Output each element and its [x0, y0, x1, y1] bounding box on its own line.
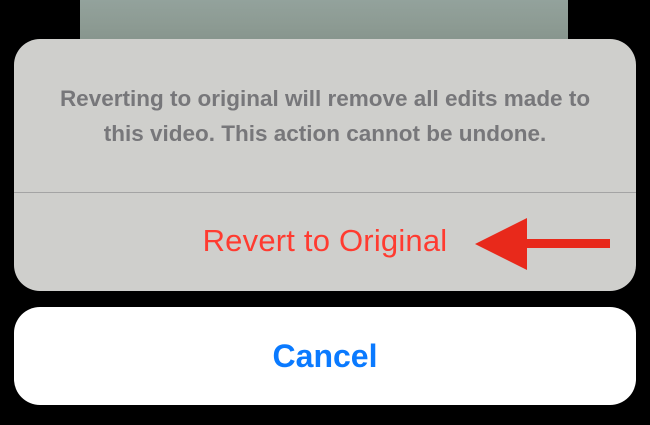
- sheet-message: Reverting to original will remove all ed…: [59, 85, 591, 146]
- revert-to-original-label: Revert to Original: [202, 223, 448, 258]
- sheet-message-container: Reverting to original will remove all ed…: [14, 39, 636, 192]
- cancel-button[interactable]: Cancel: [14, 307, 636, 405]
- arrow-left-icon: [475, 218, 610, 270]
- cancel-label: Cancel: [272, 337, 378, 374]
- arrow-shaft: [515, 239, 610, 248]
- screen: Reverting to original will remove all ed…: [0, 0, 650, 425]
- arrow-head: [475, 218, 527, 270]
